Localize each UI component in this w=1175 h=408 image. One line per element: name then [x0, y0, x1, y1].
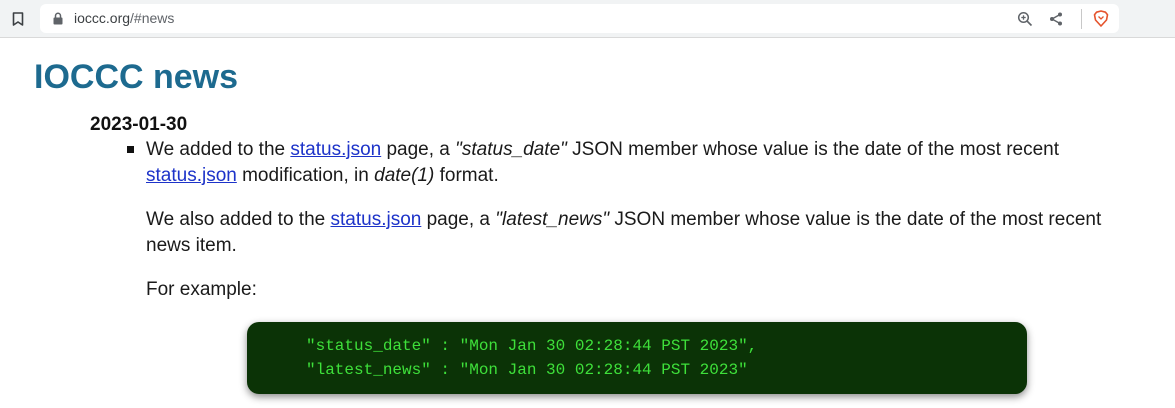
status-json-link[interactable]: status.json: [146, 165, 237, 186]
text-segment: modification, in: [236, 165, 375, 186]
latest-news-member: "latest_news": [495, 209, 610, 230]
lock-icon[interactable]: [52, 12, 64, 25]
url-text[interactable]: ioccc.org/#news: [74, 10, 174, 27]
url-path: /#news: [130, 10, 175, 26]
share-icon[interactable]: [1048, 11, 1064, 27]
text-segment: We also added to the: [146, 209, 331, 230]
status-json-link[interactable]: status.json: [290, 139, 381, 160]
status-json-link[interactable]: status.json: [331, 209, 422, 230]
date-command-ref: date(1): [374, 165, 435, 186]
status-date-member: "status_date": [455, 139, 567, 160]
address-bar[interactable]: ioccc.org/#news: [40, 4, 1119, 33]
brave-shield-icon[interactable]: [1093, 10, 1109, 27]
toolbar-separator: [1081, 9, 1082, 29]
text-segment: JSON member whose value is the date of t…: [566, 139, 1060, 160]
bookmark-icon[interactable]: [7, 8, 29, 30]
list-bullet: [127, 146, 134, 153]
code-line: "latest_news" : "Mon Jan 30 02:28:44 PST…: [306, 361, 748, 379]
text-segment: We added to the: [146, 139, 291, 160]
text-segment: page, a: [381, 139, 456, 160]
text-segment: page, a: [421, 209, 496, 230]
news-paragraph-1: We added to the status.json page, a "sta…: [146, 137, 1106, 189]
url-host: ioccc.org: [74, 10, 131, 26]
code-line: "status_date" : "Mon Jan 30 02:28:44 PST…: [306, 337, 758, 355]
news-date: 2023-01-30: [90, 114, 188, 135]
code-example: "status_date" : "Mon Jan 30 02:28:44 PST…: [247, 322, 1027, 394]
news-paragraph-2: We also added to the status.json page, a…: [146, 207, 1146, 259]
news-paragraph-3: For example:: [146, 279, 257, 300]
page-title: IOCCC news: [34, 58, 239, 96]
browser-toolbar: ioccc.org/#news: [0, 0, 1175, 38]
zoom-icon[interactable]: [1017, 11, 1033, 27]
text-segment: format.: [434, 165, 499, 186]
